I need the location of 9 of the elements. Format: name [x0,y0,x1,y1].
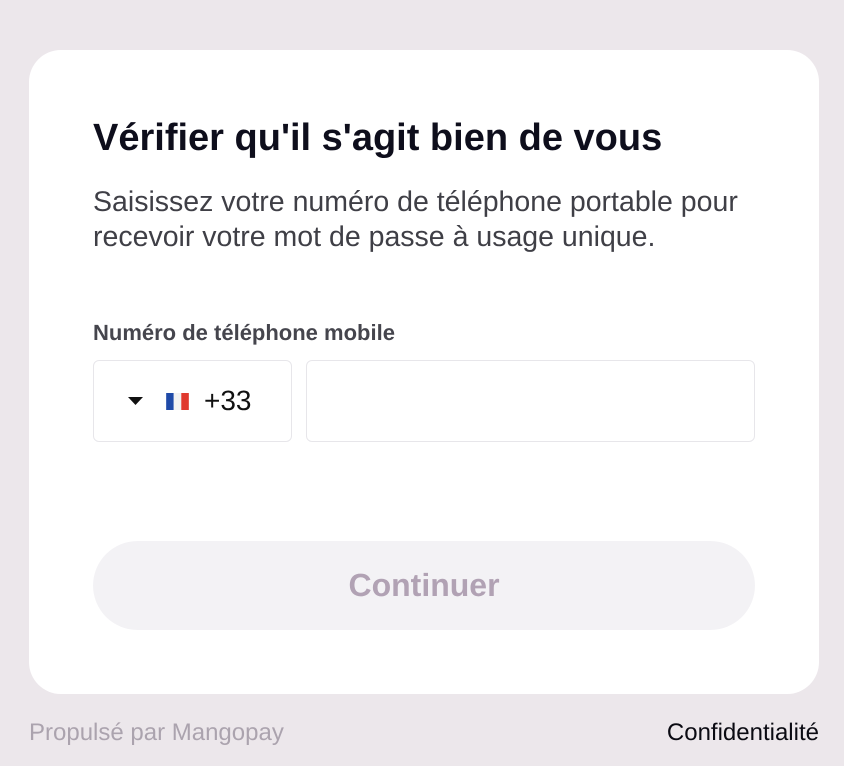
country-code-select[interactable]: +33 [93,360,292,442]
phone-number-field[interactable] [306,360,755,442]
privacy-link[interactable]: Confidentialité [666,719,819,747]
description-text: Saisissez votre numéro de téléphone portable pour recevoir votre mot de passe à usage unique. [93,185,739,255]
powered-by-text: Propulsé par Mangopay [29,719,284,747]
phone-label: Numéro de téléphone mobile [93,320,396,346]
page-title: Vérifier qu'il s'agit bien de vous [93,116,664,161]
flag-icon [166,392,189,410]
caret-icon [128,397,143,405]
